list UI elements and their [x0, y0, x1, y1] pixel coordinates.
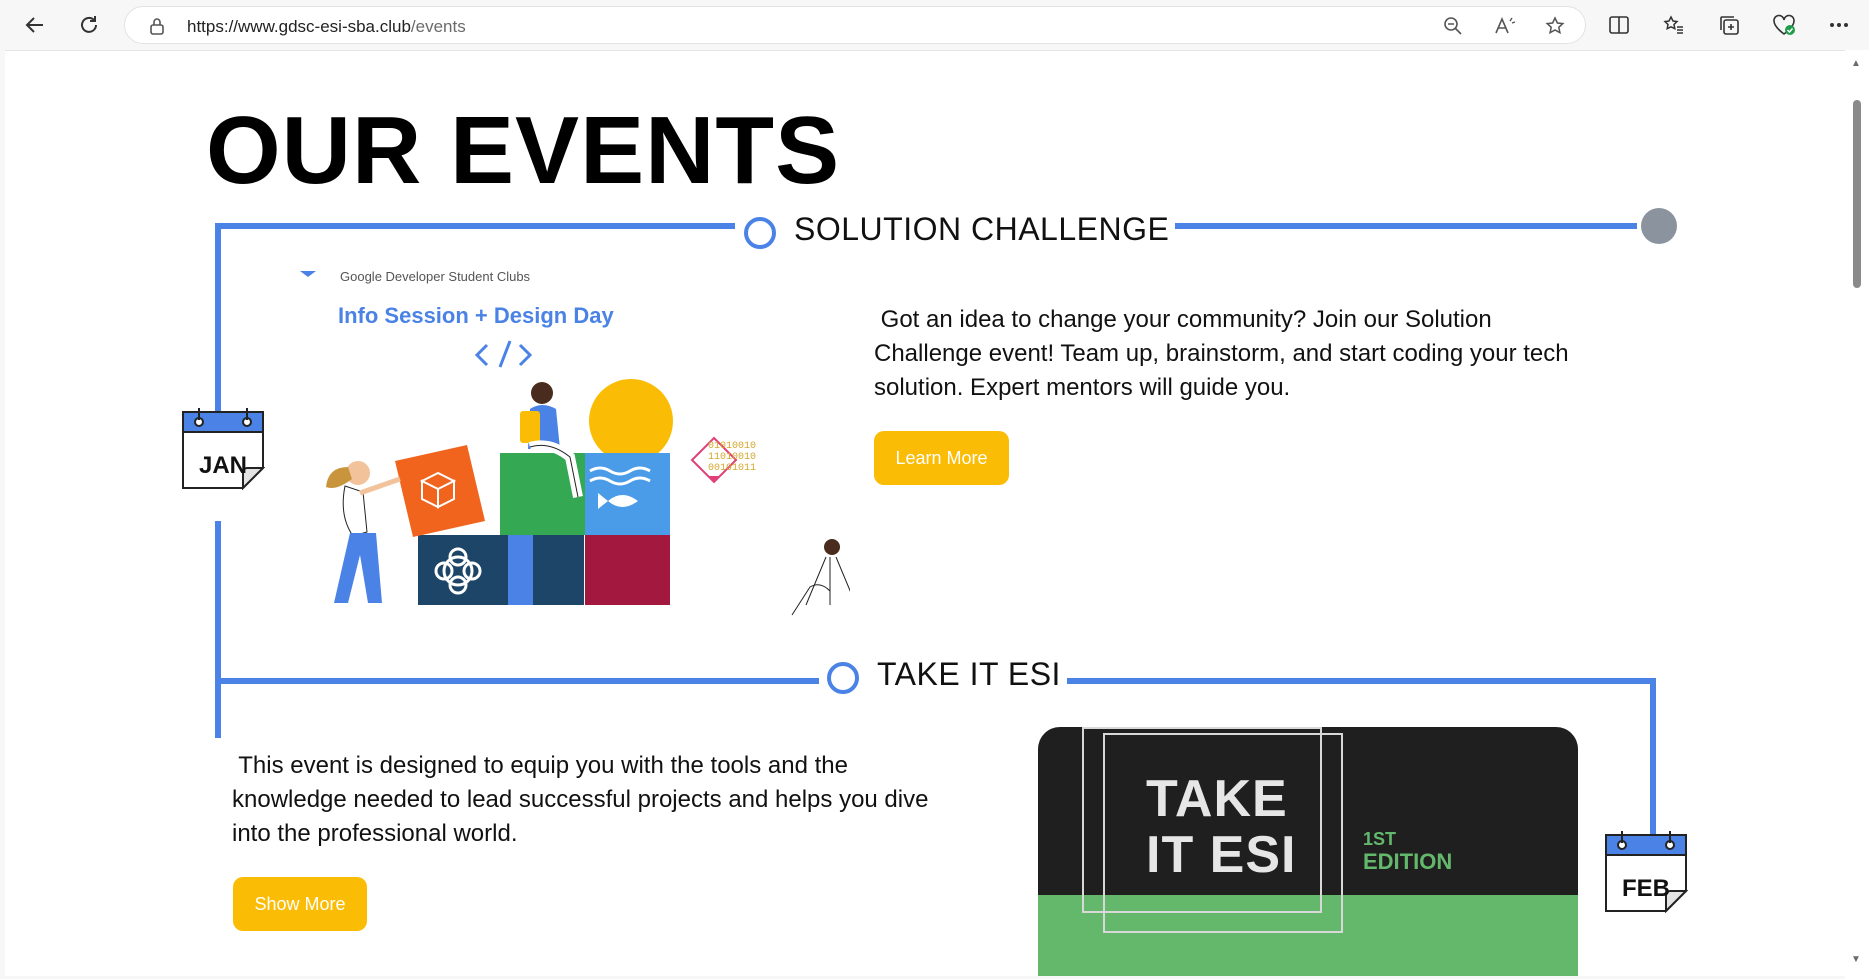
- refresh-icon[interactable]: [72, 8, 106, 42]
- scrollbar-thumb[interactable]: [1853, 100, 1861, 288]
- calendar-month-label: JAN: [198, 452, 247, 479]
- page-title: OUR EVENTS: [206, 97, 841, 204]
- split-screen-icon[interactable]: [1602, 8, 1636, 42]
- address-bar[interactable]: https://www.gdsc-esi-sba.club/events: [124, 6, 1586, 44]
- browser-essentials-icon[interactable]: [1767, 8, 1801, 42]
- favorites-icon[interactable]: [1657, 8, 1691, 42]
- collections-icon[interactable]: [1712, 8, 1746, 42]
- learn-more-button[interactable]: Learn More: [874, 431, 1009, 485]
- calendar-icon-jan: JAN: [181, 406, 266, 492]
- poster-edition-number: 1ST: [1363, 829, 1397, 849]
- scroll-up-icon[interactable]: ▲: [1851, 58, 1861, 69]
- poster-title-line2: IT ESI: [1146, 826, 1297, 884]
- page-viewport: OUR EVENTS SOLUTION CHALLENGE TAKE IT ES…: [5, 50, 1845, 976]
- read-aloud-icon[interactable]: [1493, 14, 1517, 38]
- calendar-icon-feb: FEB: [1604, 829, 1689, 915]
- favorite-star-icon[interactable]: [1543, 14, 1567, 38]
- calendar-month-label: FEB: [1622, 875, 1670, 902]
- browser-toolbar: https://www.gdsc-esi-sba.club/events: [0, 0, 1869, 50]
- timeline-end-dot: [1641, 208, 1677, 244]
- solution-challenge-image: Google Developer Student Clubs Info Sess…: [290, 271, 850, 681]
- zoom-out-icon[interactable]: [1441, 14, 1465, 38]
- timeline-top-left: [215, 223, 735, 229]
- url-text[interactable]: https://www.gdsc-esi-sba.club/events: [187, 17, 466, 37]
- poster-edition-label: EDITION: [1363, 849, 1453, 874]
- binary-text: 01010010 11010010 00101011: [708, 441, 757, 474]
- take-it-esi-poster: TAKE IT ESI 1ST EDITION: [1038, 727, 1578, 976]
- back-icon[interactable]: [18, 8, 52, 42]
- vertical-scrollbar[interactable]: ▲ ▼: [1845, 50, 1869, 979]
- lock-icon[interactable]: [145, 14, 169, 38]
- show-more-button[interactable]: Show More: [233, 877, 367, 931]
- url-path: /events: [410, 17, 466, 36]
- more-options-icon[interactable]: [1822, 8, 1856, 42]
- poster-title-line1: TAKE: [1146, 770, 1288, 828]
- timeline-top-right: [1140, 223, 1637, 229]
- take-it-esi-description: This event is designed to equip you with…: [232, 752, 929, 847]
- solution-challenge-description: Got an idea to change your community? Jo…: [874, 306, 1569, 401]
- url-domain: https://www.gdsc-esi-sba.club: [187, 17, 411, 36]
- scroll-down-icon[interactable]: ▼: [1851, 954, 1861, 965]
- event-title-take-it-esi: TAKE IT ESI: [871, 656, 1067, 693]
- event-marker-ring: [744, 217, 776, 249]
- timeline-bottom-right: [1048, 678, 1656, 684]
- event-title-solution-challenge: SOLUTION CHALLENGE: [788, 211, 1176, 248]
- timeline-left-lower: [215, 521, 221, 738]
